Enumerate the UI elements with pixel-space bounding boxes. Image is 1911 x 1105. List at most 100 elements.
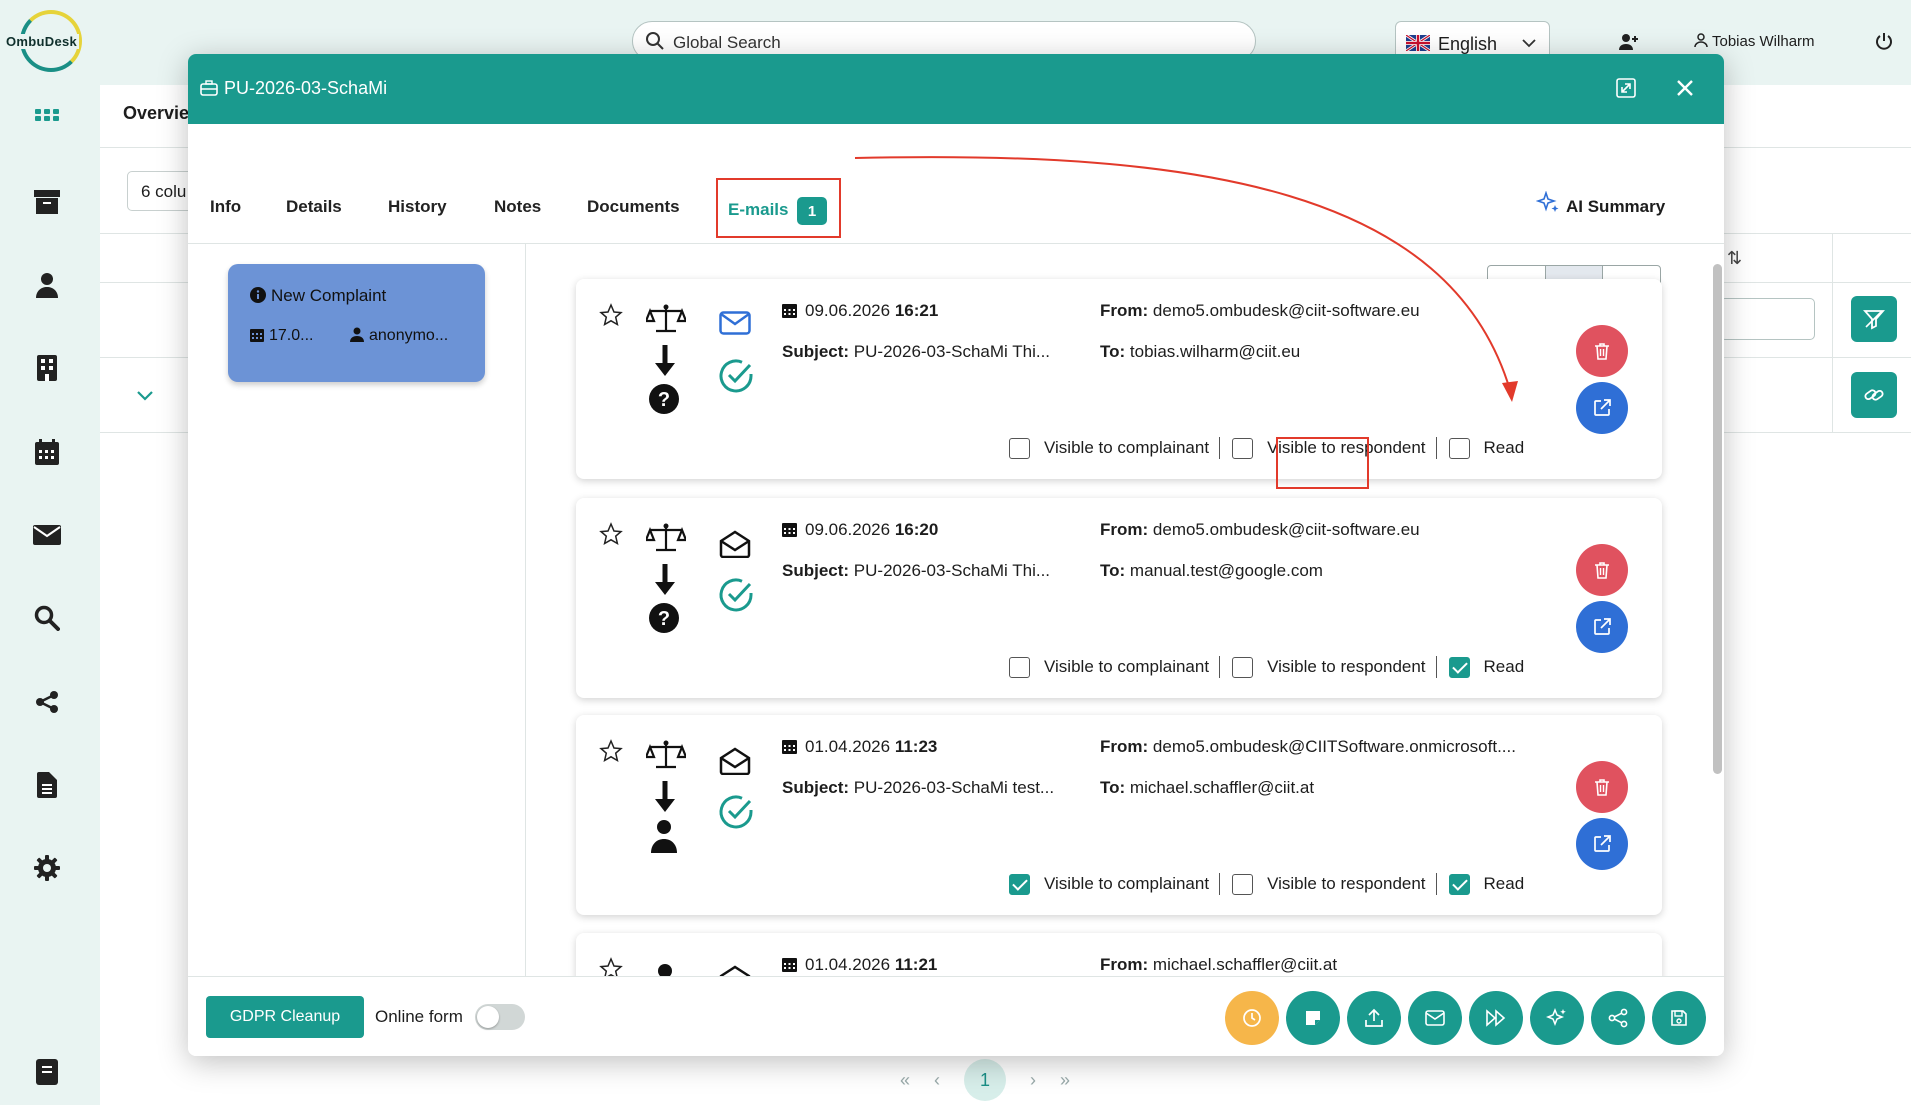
- email-to: To: tobias.wilharm@ciit.eu: [1100, 342, 1301, 361]
- calendar-icon[interactable]: [32, 437, 62, 467]
- modal-title: PU-2026-03-SchaMi: [224, 78, 388, 98]
- email-card[interactable]: ? 09.06.2026 16:21 Subject: PU-2026-03-S…: [576, 279, 1662, 479]
- visible-complainant-checkbox[interactable]: [1009, 873, 1030, 895]
- chevron-down-icon: [1522, 39, 1536, 48]
- first-page-button[interactable]: «: [900, 1070, 910, 1091]
- tab-notes[interactable]: Notes: [494, 197, 541, 217]
- question-icon: ?: [649, 384, 679, 414]
- tab-bar: Info Details History Notes Documents E-m…: [188, 124, 1724, 244]
- save-button[interactable]: [1652, 991, 1706, 1045]
- read-checkbox[interactable]: [1448, 656, 1470, 678]
- modal-footer: GDPR Cleanup Online form: [188, 976, 1724, 1056]
- arrow-down-icon: [655, 564, 675, 595]
- open-email-button[interactable]: [1576, 818, 1628, 870]
- dashboard-icon[interactable]: [32, 103, 62, 133]
- add-user-icon[interactable]: [1618, 32, 1640, 52]
- ombudesk-logo[interactable]: OmbuDesk: [0, 8, 100, 78]
- visible-respondent-checkbox[interactable]: [1232, 873, 1254, 895]
- trash-icon: [1595, 562, 1609, 579]
- check-circle-icon: [719, 359, 753, 393]
- star-icon[interactable]: [599, 303, 623, 327]
- trash-icon: [1595, 779, 1609, 796]
- power-icon[interactable]: [1874, 31, 1894, 51]
- briefcase-icon: [200, 80, 218, 96]
- email-card[interactable]: 01.04.2026 11:23 Subject: PU-2026-03-Sch…: [576, 715, 1662, 915]
- forward-button[interactable]: [1469, 991, 1523, 1045]
- read-checkbox[interactable]: [1448, 873, 1470, 895]
- note-icon: [1306, 1011, 1320, 1025]
- online-form-toggle[interactable]: [475, 1004, 525, 1030]
- check-circle-icon: [719, 795, 753, 829]
- tab-documents[interactable]: Documents: [587, 197, 680, 217]
- delete-email-button[interactable]: [1576, 325, 1628, 377]
- next-page-button[interactable]: ›: [1030, 1070, 1036, 1091]
- star-icon[interactable]: [599, 739, 623, 763]
- scale-icon: [646, 304, 686, 333]
- expand-icon[interactable]: [1615, 77, 1637, 99]
- user-icon: [1694, 33, 1708, 48]
- fast-forward-icon: [1486, 1009, 1506, 1027]
- share-icon: [1608, 1008, 1628, 1028]
- gdpr-cleanup-button[interactable]: GDPR Cleanup: [206, 996, 364, 1038]
- visible-complainant-checkbox[interactable]: [1009, 656, 1030, 678]
- mail-icon[interactable]: [32, 520, 62, 550]
- question-icon: ?: [649, 603, 679, 633]
- upload-button[interactable]: [1347, 991, 1401, 1045]
- visible-complainant-checkbox[interactable]: [1009, 437, 1030, 459]
- ai-button[interactable]: [1530, 991, 1584, 1045]
- prev-page-button[interactable]: ‹: [934, 1070, 940, 1091]
- external-link-icon: [1594, 618, 1611, 635]
- current-page[interactable]: 1: [964, 1059, 1007, 1101]
- email-options: Visible to complainant Visible to respon…: [1009, 437, 1524, 459]
- user-menu[interactable]: Tobias Wilharm: [1694, 33, 1815, 50]
- timer-button[interactable]: [1225, 991, 1279, 1045]
- case-card[interactable]: New Complaint 17.0... anonymo...: [228, 264, 485, 382]
- last-page-button[interactable]: »: [1060, 1070, 1070, 1091]
- tab-emails[interactable]: E-mails 1: [716, 178, 841, 238]
- read-checkbox[interactable]: [1448, 437, 1470, 459]
- calendar-icon: [782, 304, 797, 318]
- visible-respondent-checkbox[interactable]: [1232, 437, 1254, 459]
- visible-respondent-checkbox[interactable]: [1232, 656, 1254, 678]
- save-icon: [1671, 1010, 1687, 1026]
- tab-details[interactable]: Details: [286, 197, 342, 217]
- calendar-icon: [782, 958, 797, 972]
- archive-icon[interactable]: [32, 187, 62, 217]
- uk-flag-icon: [1406, 35, 1430, 51]
- share-button[interactable]: [1591, 991, 1645, 1045]
- sparkle-icon: [1546, 1007, 1566, 1027]
- notebook-icon[interactable]: [32, 1057, 62, 1087]
- settings-gear-icon[interactable]: [32, 853, 62, 883]
- person-icon[interactable]: [32, 270, 62, 300]
- star-icon[interactable]: [599, 522, 623, 546]
- email-to: To: manual.test@google.com: [1100, 561, 1323, 580]
- tab-history[interactable]: History: [388, 197, 447, 217]
- calendar-icon: [250, 329, 264, 342]
- link-button[interactable]: [1851, 372, 1897, 418]
- open-email-button[interactable]: [1576, 601, 1628, 653]
- building-icon[interactable]: [32, 353, 62, 383]
- ai-summary-button[interactable]: AI Summary: [1536, 191, 1665, 217]
- clear-filter-button[interactable]: [1851, 296, 1897, 342]
- send-email-button[interactable]: [1408, 991, 1462, 1045]
- sparkle-icon: [1536, 191, 1559, 212]
- chevron-down-icon[interactable]: [134, 384, 156, 406]
- open-email-button[interactable]: [1576, 382, 1628, 434]
- filter-input[interactable]: [1720, 298, 1815, 340]
- side-navigation: [0, 85, 100, 1105]
- share-icon[interactable]: [32, 687, 62, 717]
- search-icon[interactable]: [32, 603, 62, 633]
- delete-email-button[interactable]: [1576, 544, 1628, 596]
- document-icon[interactable]: [32, 770, 62, 800]
- clock-icon: [1243, 1009, 1261, 1027]
- trash-icon: [1595, 343, 1609, 360]
- note-button[interactable]: [1286, 991, 1340, 1045]
- tab-info[interactable]: Info: [210, 197, 241, 217]
- delete-email-button[interactable]: [1576, 761, 1628, 813]
- email-card[interactable]: ? 09.06.2026 16:20 Subject: PU-2026-03-S…: [576, 498, 1662, 698]
- sort-icon[interactable]: ⇅: [1727, 248, 1742, 269]
- svg-text:?: ?: [658, 389, 670, 411]
- close-icon[interactable]: [1674, 77, 1696, 99]
- scrollbar[interactable]: [1713, 264, 1722, 774]
- calendar-icon: [782, 523, 797, 537]
